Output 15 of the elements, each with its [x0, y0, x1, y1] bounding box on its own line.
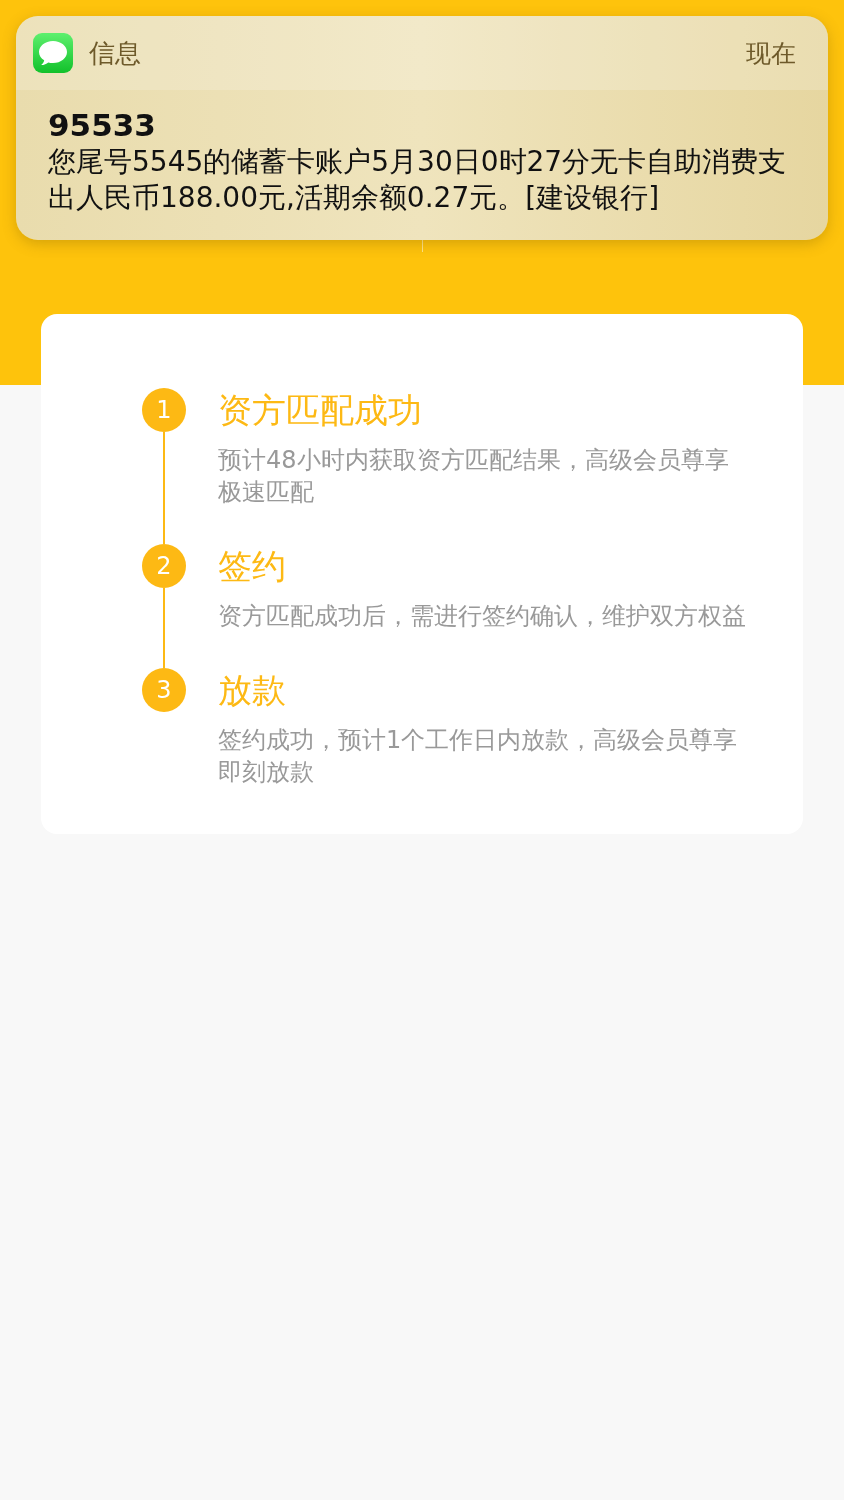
step-number: 1	[142, 388, 186, 432]
step-number: 2	[142, 544, 186, 588]
notification-time: 现在	[746, 37, 796, 70]
step-title: 放款	[218, 670, 287, 710]
app-name: 信息	[89, 36, 142, 70]
step-description: 资方匹配成功后，需进行签约确认，维护双方权益	[218, 601, 747, 632]
step-title: 资方匹配成功	[218, 390, 423, 430]
step-description: 预计48小时内获取资方匹配结果，高级会员尊享极速匹配	[218, 445, 730, 508]
notification-banner[interactable]: 信息 现在 95533 您尾号5545的储蓄卡账户5月30日0时27分无卡自助消费支出人民币188.00元,活期余额0.27元。[建设银行]	[16, 16, 828, 240]
step-number: 3	[142, 668, 186, 712]
chat-bubble-icon	[33, 33, 73, 73]
step-description: 签约成功，预计1个工作日内放款，高级会员尊享即刻放款	[218, 725, 739, 788]
step-title: 签约	[218, 546, 287, 586]
sender-number: 95533	[48, 106, 157, 144]
message-text: 您尾号5545的储蓄卡账户5月30日0时27分无卡自助消费支出人民币188.00元,活期余额0.27元。[建设银行]	[48, 144, 788, 216]
